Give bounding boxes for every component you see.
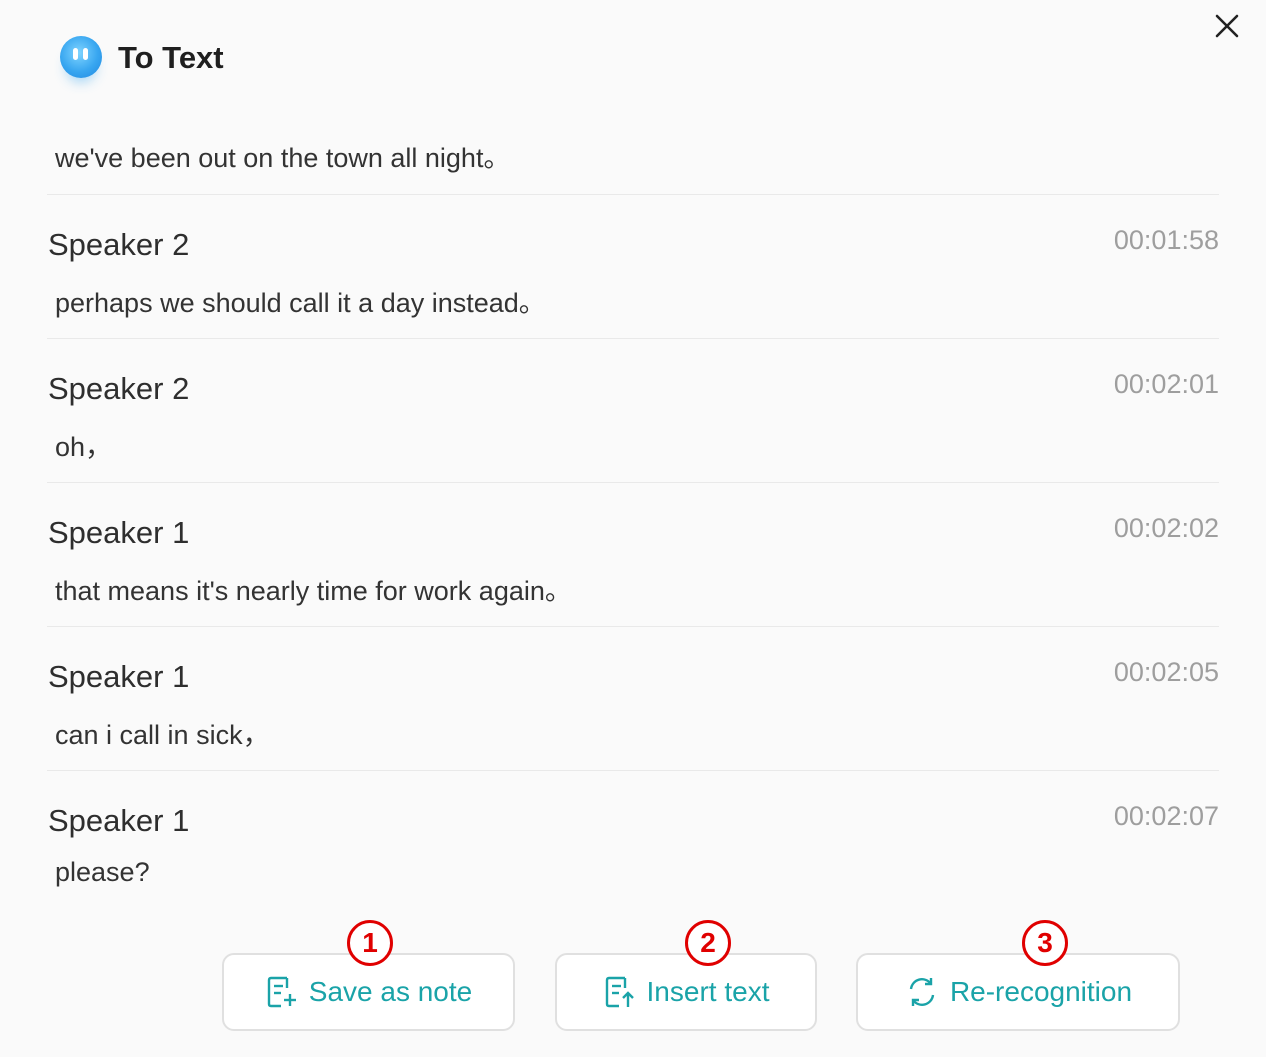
save-as-note-label: Save as note bbox=[308, 976, 473, 1007]
save-note-icon bbox=[265, 974, 296, 1008]
dialog-header: To Text bbox=[0, 0, 1266, 110]
re-recognition-label: Re-recognition bbox=[949, 976, 1133, 1007]
close-icon bbox=[1215, 14, 1239, 38]
transcript-entry: Speaker 1 00:02:05 can i call in sick， bbox=[47, 627, 1219, 771]
insert-text-button[interactable]: Insert text bbox=[555, 953, 817, 1031]
insert-text-icon bbox=[605, 976, 634, 1008]
transcript-text: perhaps we should call it a day instead。 bbox=[55, 288, 546, 318]
timestamp: 00:02:01 bbox=[1113, 369, 1219, 399]
speaker-label: Speaker 1 bbox=[48, 515, 190, 550]
transcript-entry: Speaker 1 00:02:02 that means it's nearl… bbox=[47, 483, 1219, 627]
insert-text-label: Insert text bbox=[646, 976, 770, 1007]
transcript-text: we've been out on the town all night。 bbox=[55, 143, 511, 173]
timestamp: 00:02:02 bbox=[1113, 513, 1219, 543]
annotation-marker-3: 3 bbox=[1022, 920, 1068, 966]
speaker-label: Speaker 1 bbox=[48, 803, 190, 838]
transcript-text: oh， bbox=[55, 432, 113, 462]
timestamp: 00:02:07 bbox=[1113, 801, 1219, 831]
transcript-text: that means it's nearly time for work aga… bbox=[55, 576, 572, 606]
transcript-entry: Speaker 2 00:01:58 perhaps we should cal… bbox=[47, 195, 1219, 339]
annotation-marker-1: 1 bbox=[347, 920, 393, 966]
transcript-text: please? bbox=[55, 857, 150, 887]
transcript-text: can i call in sick， bbox=[55, 720, 270, 750]
dialog-title: To Text bbox=[118, 40, 224, 75]
annotation-marker-2: 2 bbox=[685, 920, 731, 966]
close-button[interactable] bbox=[1208, 8, 1246, 46]
speaker-label: Speaker 2 bbox=[48, 227, 190, 262]
speaker-label: Speaker 2 bbox=[48, 371, 190, 406]
speaker-label: Speaker 1 bbox=[48, 659, 190, 694]
timestamp: 00:02:05 bbox=[1113, 657, 1219, 687]
transcript-entry: Speaker 1 00:02:07 please? bbox=[47, 771, 1219, 900]
refresh-icon bbox=[909, 978, 935, 1006]
re-recognition-button[interactable]: Re-recognition bbox=[856, 953, 1180, 1031]
assistant-logo-icon bbox=[60, 36, 102, 78]
timestamp: 00:01:58 bbox=[1113, 225, 1219, 255]
transcript-list[interactable]: we've been out on the town all night。 Sp… bbox=[47, 110, 1219, 900]
transcript-entry: Speaker 2 00:02:01 oh， bbox=[47, 339, 1219, 483]
